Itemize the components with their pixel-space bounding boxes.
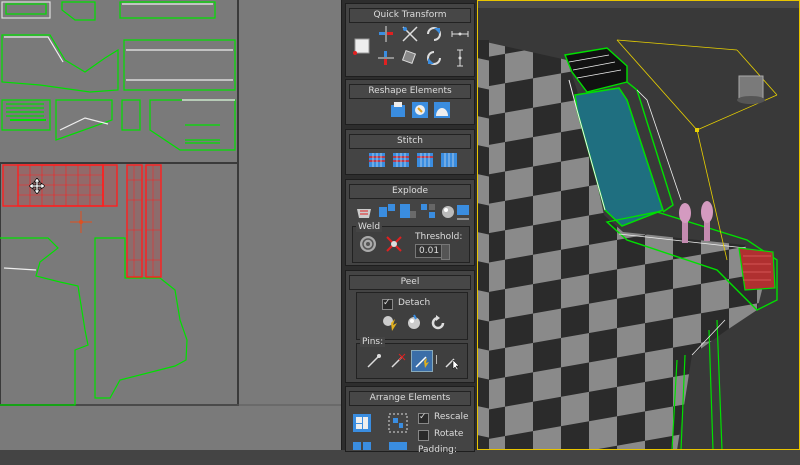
rescale-label: Rescale	[434, 412, 469, 422]
pins-separator: |	[435, 355, 439, 365]
explode-title[interactable]: Explode	[349, 184, 471, 199]
quick-transform-title[interactable]: Quick Transform	[349, 8, 471, 23]
peel-rollout: Peel Detach Pins: |	[345, 270, 475, 383]
viewport-toolbar	[477, 0, 800, 8]
space-horizontal-button[interactable]	[450, 24, 470, 44]
weld-threshold-button[interactable]	[384, 234, 404, 254]
detach-label: Detach	[398, 298, 431, 308]
align-to-origin-button[interactable]	[352, 36, 372, 56]
select-pins-button[interactable]	[442, 351, 462, 371]
align-horizontal-button[interactable]	[376, 48, 396, 68]
pack-group-button[interactable]	[388, 441, 408, 461]
weld-selected-button[interactable]	[358, 234, 378, 254]
detach-checkbox[interactable]	[382, 298, 393, 310]
cabinet-coin-door	[738, 247, 776, 291]
pack-custom-button[interactable]	[352, 441, 372, 461]
arrange-elements-title[interactable]: Arrange Elements	[349, 391, 471, 406]
stitch-rollout: Stitch	[345, 129, 475, 175]
move-cursor-icon	[29, 178, 45, 194]
space-vertical-button[interactable]	[450, 48, 470, 68]
explode-by-smoothing-button[interactable]	[377, 201, 397, 221]
weld-label: Weld	[356, 222, 383, 232]
rescale-checkbox[interactable]	[418, 412, 429, 424]
rotate-ccw-button[interactable]	[424, 48, 444, 68]
explode-rollout: Explode Weld Threshold: 0.01	[345, 179, 475, 266]
threshold-spinner[interactable]	[441, 244, 450, 260]
unpin-button[interactable]	[388, 351, 408, 371]
relax-button[interactable]	[410, 100, 430, 120]
pins-label: Pins:	[360, 337, 386, 347]
stitch-custom-button[interactable]	[439, 149, 459, 169]
rotate-checkbox[interactable]	[418, 430, 429, 441]
stitch-to-average-button[interactable]	[391, 149, 411, 169]
stitch-to-source-button[interactable]	[415, 149, 435, 169]
light-object-icon	[737, 75, 765, 104]
pin-button[interactable]	[364, 351, 384, 371]
explode-flatten-button[interactable]	[454, 201, 474, 221]
explode-to-elements-button[interactable]	[418, 201, 438, 221]
peel-mode-button[interactable]	[404, 313, 424, 333]
command-panel: Quick Transform Reshape Elements Stitch …	[341, 0, 478, 455]
reshape-elements-title[interactable]: Reshape Elements	[349, 84, 471, 99]
align-vertical-button[interactable]	[376, 24, 396, 44]
pack-normalize-button[interactable]	[352, 413, 372, 433]
padding-label: Padding:	[418, 445, 457, 455]
explode-by-material-button[interactable]	[398, 201, 418, 221]
stitch-to-target-button[interactable]	[367, 149, 387, 169]
stitch-title[interactable]: Stitch	[349, 134, 471, 149]
reshape-elements-rollout: Reshape Elements	[345, 79, 475, 125]
straighten-button[interactable]	[400, 24, 420, 44]
peel-title[interactable]: Peel	[349, 275, 471, 290]
reset-peel-button[interactable]	[428, 313, 448, 333]
quick-peel-button[interactable]	[380, 313, 400, 333]
circularize-button[interactable]	[432, 100, 452, 120]
perspective-viewport[interactable]	[477, 0, 800, 450]
break-button[interactable]	[354, 201, 374, 221]
threshold-label: Threshold:	[415, 232, 463, 242]
uv-shells	[1, 1, 236, 151]
arrange-elements-rollout: Arrange Elements Rescale Rotate Padding:	[345, 386, 475, 455]
rotate-label: Rotate	[434, 429, 464, 439]
quick-transform-rollout: Quick Transform	[345, 3, 475, 77]
auto-pin-button[interactable]	[411, 350, 433, 372]
pack-together-button[interactable]	[388, 413, 408, 433]
rotate-element-button[interactable]	[400, 48, 420, 68]
viewport-scene[interactable]	[477, 0, 800, 450]
uv-editor[interactable]	[0, 0, 341, 450]
uv-canvas[interactable]	[0, 0, 341, 450]
threshold-input[interactable]: 0.01	[415, 244, 442, 258]
straighten-selection-button[interactable]	[388, 100, 408, 120]
rotate-cw-button[interactable]	[424, 24, 444, 44]
